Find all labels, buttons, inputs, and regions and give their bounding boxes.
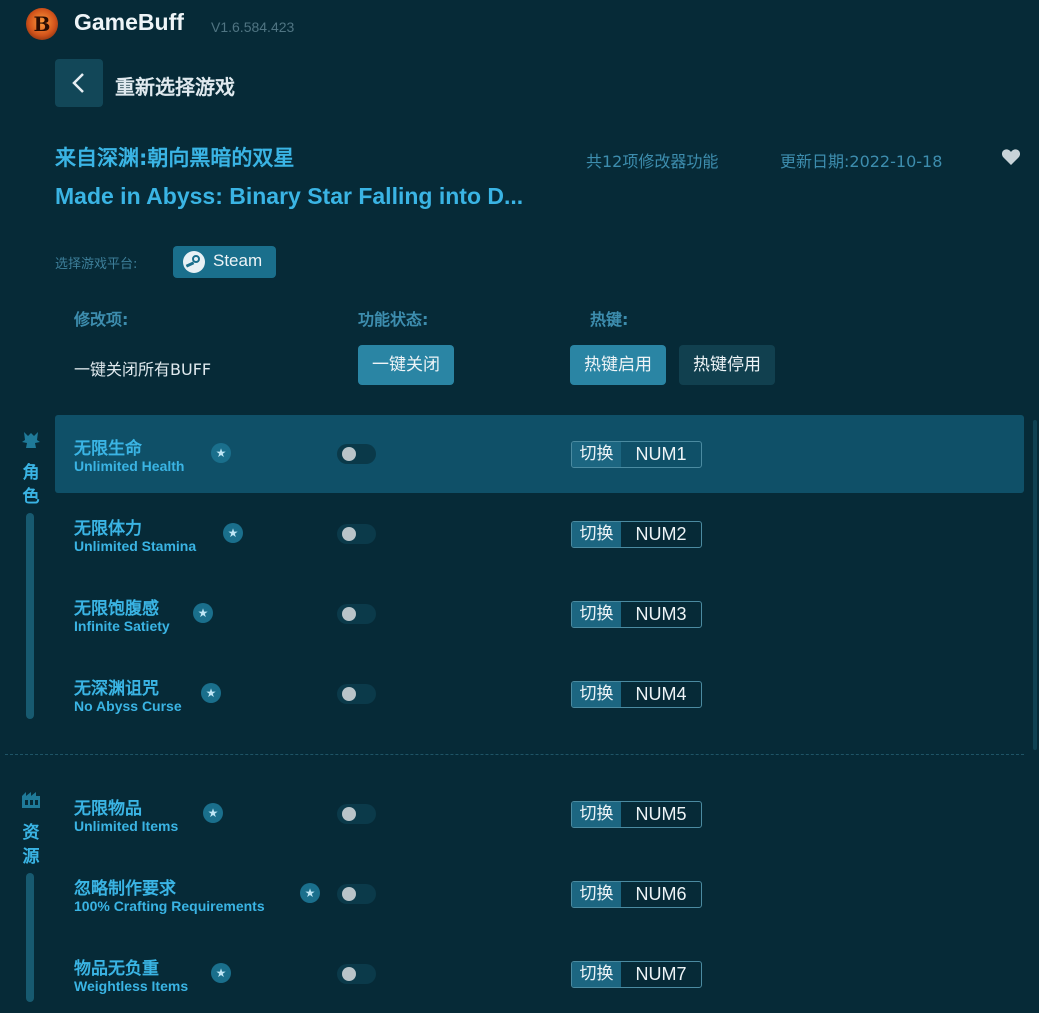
update-date: 更新日期:2022-10-18 (780, 152, 943, 171)
hotkey-binding[interactable]: 切换 NUM7 (571, 961, 702, 988)
category-character-label: 角色 (22, 463, 40, 507)
hotkey-switch-label: 切换 (572, 802, 621, 827)
toggle-knob (342, 967, 356, 981)
hotkey-switch-label: 切换 (572, 682, 621, 707)
toggle-knob (342, 447, 356, 461)
cheat-toggle[interactable] (337, 524, 376, 544)
star-icon[interactable]: ★ (211, 963, 231, 983)
cheat-name-cn: 物品无负重 (74, 959, 159, 979)
steam-platform-button[interactable]: Steam (173, 246, 276, 278)
character-icon (22, 432, 40, 448)
category-resource-label: 资源 (22, 823, 40, 867)
hotkey-switch-label: 切换 (572, 962, 621, 987)
category-divider (5, 754, 1024, 755)
hotkey-key: NUM6 (635, 884, 687, 904)
cheat-toggle[interactable] (337, 444, 376, 464)
cheat-name-en: Unlimited Health (74, 458, 185, 474)
cheat-name-en: Infinite Satiety (74, 618, 170, 634)
cheat-toggle[interactable] (337, 884, 376, 904)
hotkey-switch-label: 切换 (572, 442, 621, 467)
cheat-name-en: No Abyss Curse (74, 698, 182, 714)
hotkey-key: NUM7 (635, 964, 687, 984)
star-icon[interactable]: ★ (203, 803, 223, 823)
hotkey-enable-button[interactable]: 热键启用 (570, 345, 666, 385)
gamebuff-logo-icon: B (26, 8, 58, 40)
star-icon[interactable]: ★ (193, 603, 213, 623)
star-icon[interactable]: ★ (211, 443, 231, 463)
cheat-name-en: Weightless Items (74, 978, 189, 994)
app-name: GameBuff (74, 9, 184, 35)
reselect-game-label[interactable]: 重新选择游戏 (115, 71, 235, 100)
disable-all-button[interactable]: 一键关闭 (358, 345, 454, 385)
favorite-heart-icon[interactable] (1001, 148, 1021, 166)
app-version: V1.6.584.423 (211, 19, 295, 35)
toggle-knob (342, 527, 356, 541)
column-header-hotkey: 热键: (590, 310, 629, 329)
column-header-status: 功能状态: (358, 310, 429, 329)
cheat-name-cn: 忽略制作要求 (74, 879, 176, 899)
cheat-row-unlimited-items[interactable]: 无限物品 Unlimited Items ★ 切换 NUM5 (55, 775, 1024, 853)
feature-count: 共12项修改器功能 (586, 152, 719, 171)
toggle-knob (342, 887, 356, 901)
steam-label: Steam (213, 251, 263, 270)
toggle-knob (342, 607, 356, 621)
hotkey-switch-label: 切换 (572, 882, 621, 907)
cheat-name-en: Unlimited Items (74, 818, 179, 834)
cheat-name-cn: 无限体力 (74, 519, 142, 539)
cheat-row-weightless-items[interactable]: 物品无负重 Weightless Items ★ 切换 NUM7 (55, 935, 1024, 1013)
hotkey-key: NUM1 (635, 444, 687, 464)
cheat-row-no-abyss-curse[interactable]: 无深渊诅咒 No Abyss Curse ★ 切换 NUM4 (55, 655, 1024, 733)
cheat-row-infinite-satiety[interactable]: 无限饱腹感 Infinite Satiety ★ 切换 NUM3 (55, 575, 1024, 653)
cheat-toggle[interactable] (337, 804, 376, 824)
hotkey-binding[interactable]: 切换 NUM4 (571, 681, 702, 708)
cheat-toggle[interactable] (337, 604, 376, 624)
hotkey-binding[interactable]: 切换 NUM2 (571, 521, 702, 548)
cheat-name-cn: 无限饱腹感 (74, 599, 159, 619)
cheat-name-cn: 无限生命 (74, 439, 142, 459)
cheat-name-cn: 无限物品 (74, 799, 142, 819)
category-character-bar (26, 513, 34, 719)
hotkey-binding[interactable]: 切换 NUM5 (571, 801, 702, 828)
cheat-name-en: Unlimited Stamina (74, 538, 197, 554)
platform-label: 选择游戏平台: (55, 257, 138, 272)
hotkey-key: NUM4 (635, 684, 687, 704)
back-button[interactable] (55, 59, 103, 107)
cheat-name-cn: 无深渊诅咒 (74, 679, 159, 699)
star-icon[interactable]: ★ (223, 523, 243, 543)
game-title-en: Made in Abyss: Binary Star Falling into … (55, 183, 524, 209)
hotkey-binding[interactable]: 切换 NUM1 (571, 441, 702, 468)
toggle-knob (342, 687, 356, 701)
hotkey-switch-label: 切换 (572, 522, 621, 547)
hotkey-binding[interactable]: 切换 NUM6 (571, 881, 702, 908)
cheat-toggle[interactable] (337, 964, 376, 984)
title-bar: B GameBuff V1.6.584.423 (0, 0, 1039, 50)
scrollbar[interactable] (1033, 420, 1037, 750)
cheat-row-unlimited-health[interactable]: 无限生命 Unlimited Health ★ 切换 NUM1 (55, 415, 1024, 493)
disable-all-label: 一键关闭所有BUFF (74, 360, 212, 379)
steam-icon (183, 251, 205, 273)
cheat-row-unlimited-stamina[interactable]: 无限体力 Unlimited Stamina ★ 切换 NUM2 (55, 495, 1024, 573)
category-resource-bar (26, 873, 34, 1002)
hotkey-key: NUM2 (635, 524, 687, 544)
game-title-cn: 来自深渊:朝向黑暗的双星 (55, 146, 295, 170)
star-icon[interactable]: ★ (201, 683, 221, 703)
hotkey-key: NUM5 (635, 804, 687, 824)
column-header-mods: 修改项: (74, 310, 129, 329)
resource-icon (22, 792, 40, 808)
chevron-left-icon (72, 73, 84, 93)
star-icon[interactable]: ★ (300, 883, 320, 903)
hotkey-binding[interactable]: 切换 NUM3 (571, 601, 702, 628)
hotkey-disable-button[interactable]: 热键停用 (679, 345, 775, 385)
hotkey-switch-label: 切换 (572, 602, 621, 627)
hotkey-key: NUM3 (635, 604, 687, 624)
cheat-row-crafting-requirements[interactable]: 忽略制作要求 100% Crafting Requirements ★ 切换 N… (55, 855, 1024, 933)
cheat-toggle[interactable] (337, 684, 376, 704)
toggle-knob (342, 807, 356, 821)
cheat-name-en: 100% Crafting Requirements (74, 898, 265, 914)
